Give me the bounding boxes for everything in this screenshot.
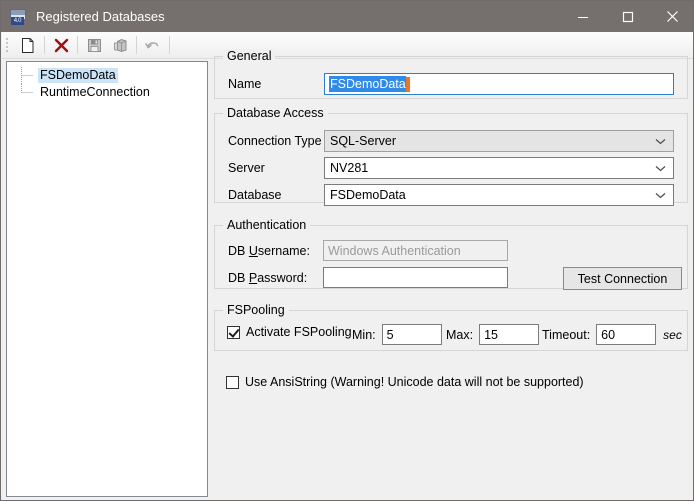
checkbox-box-icon (227, 325, 240, 339)
save-button[interactable] (81, 33, 107, 57)
chevron-down-icon (655, 134, 666, 148)
copy-button[interactable] (107, 33, 133, 57)
title-bar[interactable]: 4.0 Registered Databases (1, 1, 693, 32)
activate-fspooling-checkbox[interactable]: Activate FSPooling (227, 325, 352, 339)
authentication-group: Authentication DB Username: Windows Auth… (214, 218, 688, 290)
tree-item-label: FSDemoData (38, 68, 118, 83)
toolbar (2, 32, 693, 59)
min-value: 5 (386, 327, 394, 342)
timeout-unit-label: sec (663, 327, 682, 342)
fspooling-group: FSPooling Activate FSPooling Min: 5 Max:… (214, 303, 688, 351)
name-input[interactable]: FSDemoData (324, 73, 674, 95)
tree-item-runtimeconnection[interactable]: RuntimeConnection (7, 84, 207, 101)
max-label: Max: (446, 327, 474, 342)
test-connection-label: Test Connection (577, 271, 668, 286)
close-button[interactable] (650, 1, 693, 32)
database-tree[interactable]: FSDemoData RuntimeConnection (6, 61, 208, 497)
settings-pane: General Name FSDemoData Database Access … (214, 49, 688, 389)
database-access-group: Database Access Connection Type SQL-Serv… (214, 106, 688, 206)
tree-connector-icon (19, 84, 35, 101)
use-ansistring-checkbox[interactable]: Use AnsiString (Warning! Unicode data wi… (226, 375, 688, 389)
use-ansistring-label: Use AnsiString (Warning! Unicode data wi… (245, 375, 584, 389)
timeout-value: 60 (601, 327, 616, 342)
db-username-label: DB Username: (228, 243, 310, 258)
new-button[interactable] (15, 33, 41, 57)
connection-type-combo[interactable]: SQL-Server (324, 130, 674, 152)
delete-button[interactable] (48, 33, 74, 57)
timeout-input[interactable]: 60 (596, 324, 657, 345)
fspooling-group-title: FSPooling (223, 303, 289, 317)
db-password-input[interactable] (323, 267, 508, 288)
min-label: Min: (352, 327, 376, 342)
timeout-label: Timeout: (542, 327, 591, 342)
server-combo[interactable]: NV281 (324, 157, 674, 179)
db-username-placeholder: Windows Authentication (328, 243, 461, 258)
red-x-icon (54, 38, 69, 53)
toolbar-separator-3 (136, 36, 137, 54)
undo-arrow-icon (145, 38, 161, 52)
database-4-icon: 4.0 (10, 8, 27, 25)
tree-connector-icon (19, 67, 35, 84)
authentication-group-title: Authentication (223, 218, 311, 232)
name-label: Name (228, 77, 262, 91)
database-label: Database (228, 188, 282, 202)
maximize-button[interactable] (605, 1, 650, 32)
connection-type-value: SQL-Server (330, 134, 396, 148)
copy-stack-icon (113, 38, 128, 53)
connection-type-label: Connection Type (228, 134, 322, 148)
max-input[interactable]: 15 (479, 324, 540, 345)
min-input[interactable]: 5 (381, 324, 442, 345)
activate-fspooling-label: Activate FSPooling (246, 325, 352, 339)
name-input-value: FSDemoData (329, 76, 406, 92)
window-title: Registered Databases (36, 9, 165, 24)
server-label: Server (228, 161, 265, 175)
undo-button[interactable] (140, 33, 166, 57)
toolbar-separator-2 (77, 36, 78, 54)
db-password-label: DB Password: (228, 270, 308, 285)
max-value: 15 (484, 327, 498, 342)
chevron-down-icon (655, 188, 666, 202)
general-group-title: General (223, 49, 276, 63)
toolbar-grip[interactable] (5, 37, 13, 53)
database-combo[interactable]: FSDemoData (324, 184, 674, 206)
new-document-icon (20, 37, 36, 54)
database-access-group-title: Database Access (223, 106, 328, 120)
checkbox-box-icon (226, 375, 239, 389)
test-connection-button[interactable]: Test Connection (563, 267, 682, 290)
tree-item-fsdemodata[interactable]: FSDemoData (7, 67, 207, 84)
db-username-input[interactable]: Windows Authentication (323, 240, 508, 261)
server-value: NV281 (330, 161, 369, 175)
text-caret (405, 76, 410, 92)
registered-databases-window: 4.0 Registered Databases FSDemoData Runt… (0, 0, 694, 501)
toolbar-separator-4 (169, 36, 170, 54)
database-value: FSDemoData (330, 188, 406, 202)
floppy-disk-icon (87, 38, 102, 53)
chevron-down-icon (655, 161, 666, 175)
toolbar-separator-1 (44, 36, 45, 54)
general-group: General Name FSDemoData (214, 49, 688, 99)
minimize-button[interactable] (560, 1, 605, 32)
tree-item-label: RuntimeConnection (40, 85, 150, 99)
